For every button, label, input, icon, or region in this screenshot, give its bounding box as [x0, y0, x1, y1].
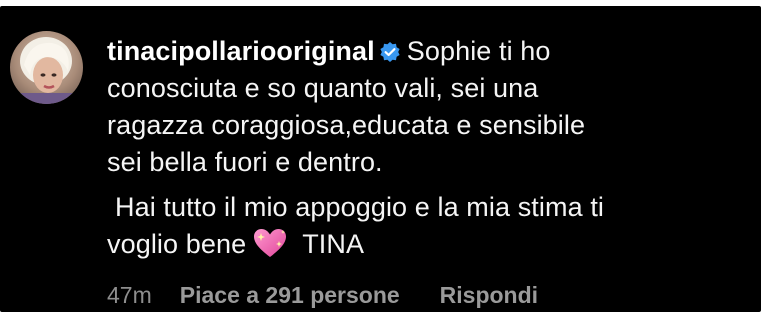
comment-text: tinacipollariooriginal Sophie ti ho conos…	[107, 33, 747, 263]
comment-para-2: Hai tutto il mio appoggio e la mia stima…	[107, 189, 747, 263]
username-link[interactable]: tinacipollariooriginal	[107, 36, 375, 66]
comment-line-5: Hai tutto il mio appoggio e la mia stima…	[115, 192, 605, 222]
timestamp: 47m	[107, 282, 152, 308]
comment-line-6: voglio bene	[107, 229, 247, 259]
avatar-image	[10, 37, 83, 104]
avatar[interactable]	[10, 31, 83, 104]
comment-meta: 47m Piace a 291 persone Rispondi	[107, 282, 538, 309]
comment-line-3: ragazza coraggiosa,educata e sensibile	[107, 110, 586, 140]
comment-line-2: conosciuta e so quanto vali, sei una	[107, 73, 539, 103]
comment-para-1: tinacipollariooriginal Sophie ti ho conos…	[107, 33, 747, 181]
comment-line-4: sei bella fuori e dentro.	[107, 147, 383, 177]
verified-badge-icon	[379, 36, 401, 62]
reply-button[interactable]: Rispondi	[440, 282, 538, 309]
sparkling-heart-icon	[252, 227, 288, 259]
signature: TINA	[302, 229, 365, 259]
likes-count-link[interactable]: Piace a 291 persone	[180, 282, 400, 309]
comment: tinacipollariooriginal Sophie ti ho conos…	[0, 6, 761, 312]
comment-card: tinacipollariooriginal Sophie ti ho conos…	[0, 6, 761, 312]
comment-line-1: Sophie ti ho	[406, 36, 551, 66]
